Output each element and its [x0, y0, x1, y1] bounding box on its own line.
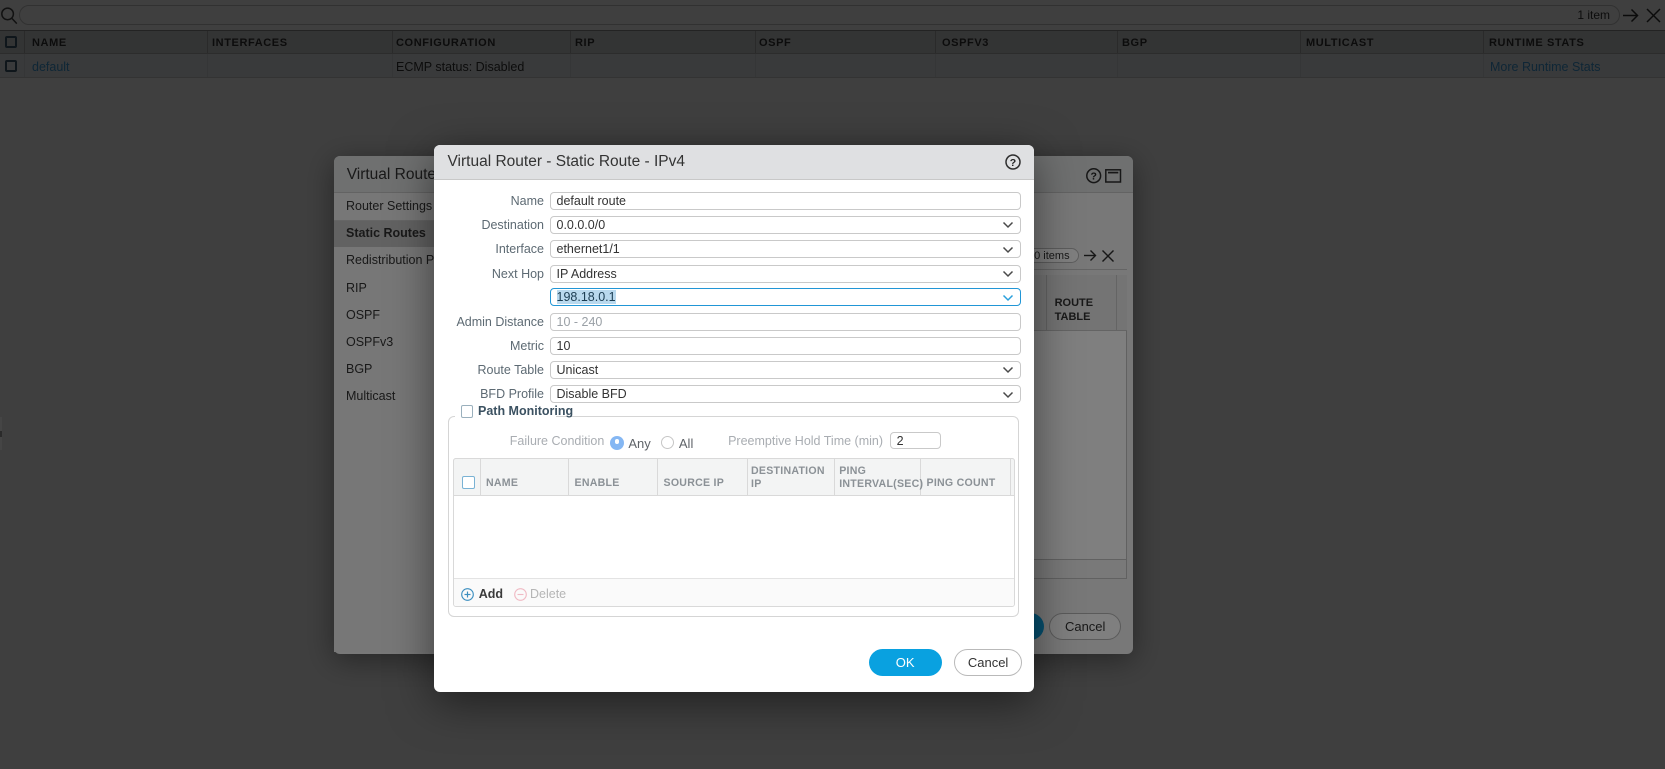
svg-text:?: ?	[1009, 157, 1015, 169]
